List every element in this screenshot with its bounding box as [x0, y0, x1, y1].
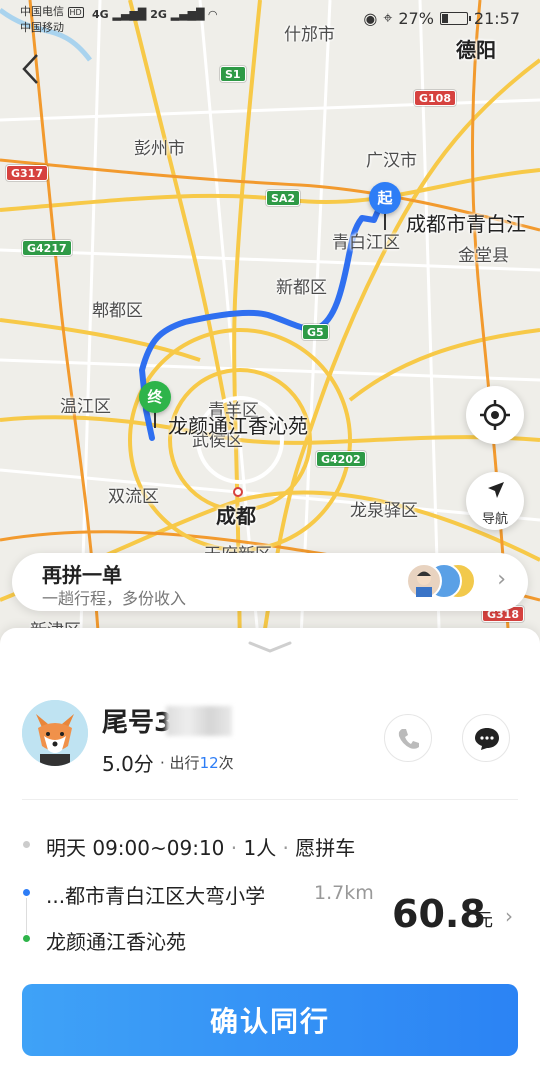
place-label: 金堂县: [458, 246, 509, 266]
fox-avatar-icon: [22, 700, 88, 766]
carrier-1: 中国电信: [20, 5, 64, 18]
carrier-info: 中国电信 HD 中国移动: [20, 4, 84, 35]
road-shield: G5: [302, 324, 329, 340]
signal-indicators: 4G ▂▄▆█ 2G ▂▄▆█ ◠: [92, 8, 217, 21]
road-shield: SA2: [266, 190, 301, 206]
place-label: 温江区: [60, 397, 111, 417]
place-label: 新都区: [276, 278, 327, 298]
trip-from: ...都市青白江区大弯小学: [46, 884, 266, 908]
trip-price[interactable]: 60.8: [392, 892, 486, 936]
trip-count-prefix: 出行: [169, 754, 200, 772]
clock: 21:57: [473, 8, 520, 28]
signal-2g: 2G: [150, 8, 167, 21]
chevron-right-icon: ›: [497, 567, 506, 592]
place-label: 双流区: [108, 487, 159, 507]
banner-subtitle: 一趟行程，多份收入: [42, 589, 187, 608]
call-button[interactable]: [384, 714, 432, 762]
status-bar: 中国电信 HD 中国移动 4G ▂▄▆█ 2G ▂▄▆█ ◠ ◉ ⌖ 27% 2…: [0, 0, 540, 36]
pickup-distance: 1.7km: [314, 882, 374, 904]
driver-trip-count: · 出行12次: [160, 754, 234, 772]
trip-time: 明天 09:00~09:10: [46, 836, 225, 860]
route-connector: [26, 898, 27, 934]
place-label: 彭州市: [134, 139, 185, 159]
driver-rating: 5.0分: [102, 752, 154, 776]
message-button[interactable]: [462, 714, 510, 762]
trip-people: 1人: [243, 836, 277, 860]
carrier-2: 中国移动: [20, 21, 64, 34]
location-icon: ⌖: [383, 8, 393, 27]
place-label: 德阳: [456, 38, 496, 62]
end-dot: [23, 935, 30, 942]
passenger-avatar: [406, 563, 442, 599]
carpool-banner[interactable]: 再拼一单 一趟行程，多份收入 ›: [12, 553, 528, 611]
end-location-label: 龙颜通江香沁苑: [168, 414, 308, 438]
eye-icon: ◉: [363, 8, 378, 28]
trip-sheet: 尾号3 5.0分 · 出行12次 明天 09:00~09:10 · 1人 · 愿…: [0, 628, 540, 1080]
battery-percent: 27%: [398, 8, 434, 28]
road-shield: S1: [220, 66, 246, 82]
chevron-left-icon: [22, 54, 38, 84]
phone-icon: [398, 729, 419, 749]
place-label: 龙泉驿区: [350, 501, 418, 521]
place-label: 青白江区: [332, 233, 400, 253]
road-shield: G108: [414, 90, 456, 106]
divider: [22, 799, 518, 800]
navigate-label: 导航: [481, 512, 508, 527]
place-label: 郫都区: [92, 301, 143, 321]
name-mask: [166, 706, 232, 736]
start-location-label: 成都市青白江: [406, 212, 526, 236]
crosshair-icon: [480, 400, 510, 430]
navigate-button[interactable]: 导航: [466, 472, 524, 530]
trip-count-number: 12: [199, 754, 219, 772]
confirm-ride-button[interactable]: 确认同行: [22, 984, 518, 1056]
battery-icon: [439, 11, 471, 25]
road-shield: G4202: [316, 451, 366, 467]
place-label: 成都: [216, 504, 256, 528]
sheet-handle-icon[interactable]: [248, 640, 292, 654]
driver-name: 尾号3: [102, 708, 173, 738]
trip-time-row: 明天 09:00~09:10 · 1人 · 愿拼车: [46, 836, 356, 860]
trip-count-suffix: 次: [218, 754, 234, 772]
start-marker[interactable]: 起: [369, 182, 401, 214]
driver-avatar[interactable]: [22, 700, 88, 766]
trip-to: 龙颜通江香沁苑: [46, 930, 186, 954]
place-label: 广汉市: [366, 151, 417, 171]
signal-bars-icon: ▂▄▆█: [170, 8, 205, 21]
chat-icon: [475, 728, 499, 750]
wifi-icon: ◠: [208, 8, 217, 21]
road-shield: G4217: [22, 240, 72, 256]
road-shield: G317: [6, 165, 48, 181]
navigation-arrow-icon: [488, 482, 504, 498]
hd-badge: HD: [67, 7, 84, 18]
back-button[interactable]: [20, 52, 50, 88]
price-unit: 元: [475, 910, 493, 931]
chevron-right-icon[interactable]: ›: [505, 904, 513, 928]
signal-bars-icon: ▂▄▆█: [112, 8, 147, 21]
banner-title: 再拼一单: [42, 563, 122, 587]
time-dot: [23, 841, 30, 848]
end-marker[interactable]: 终: [139, 381, 171, 413]
start-dot: [23, 889, 30, 896]
trip-pool: 愿拼车: [295, 836, 356, 860]
signal-4g: 4G: [92, 8, 109, 21]
locate-button[interactable]: [466, 386, 524, 444]
